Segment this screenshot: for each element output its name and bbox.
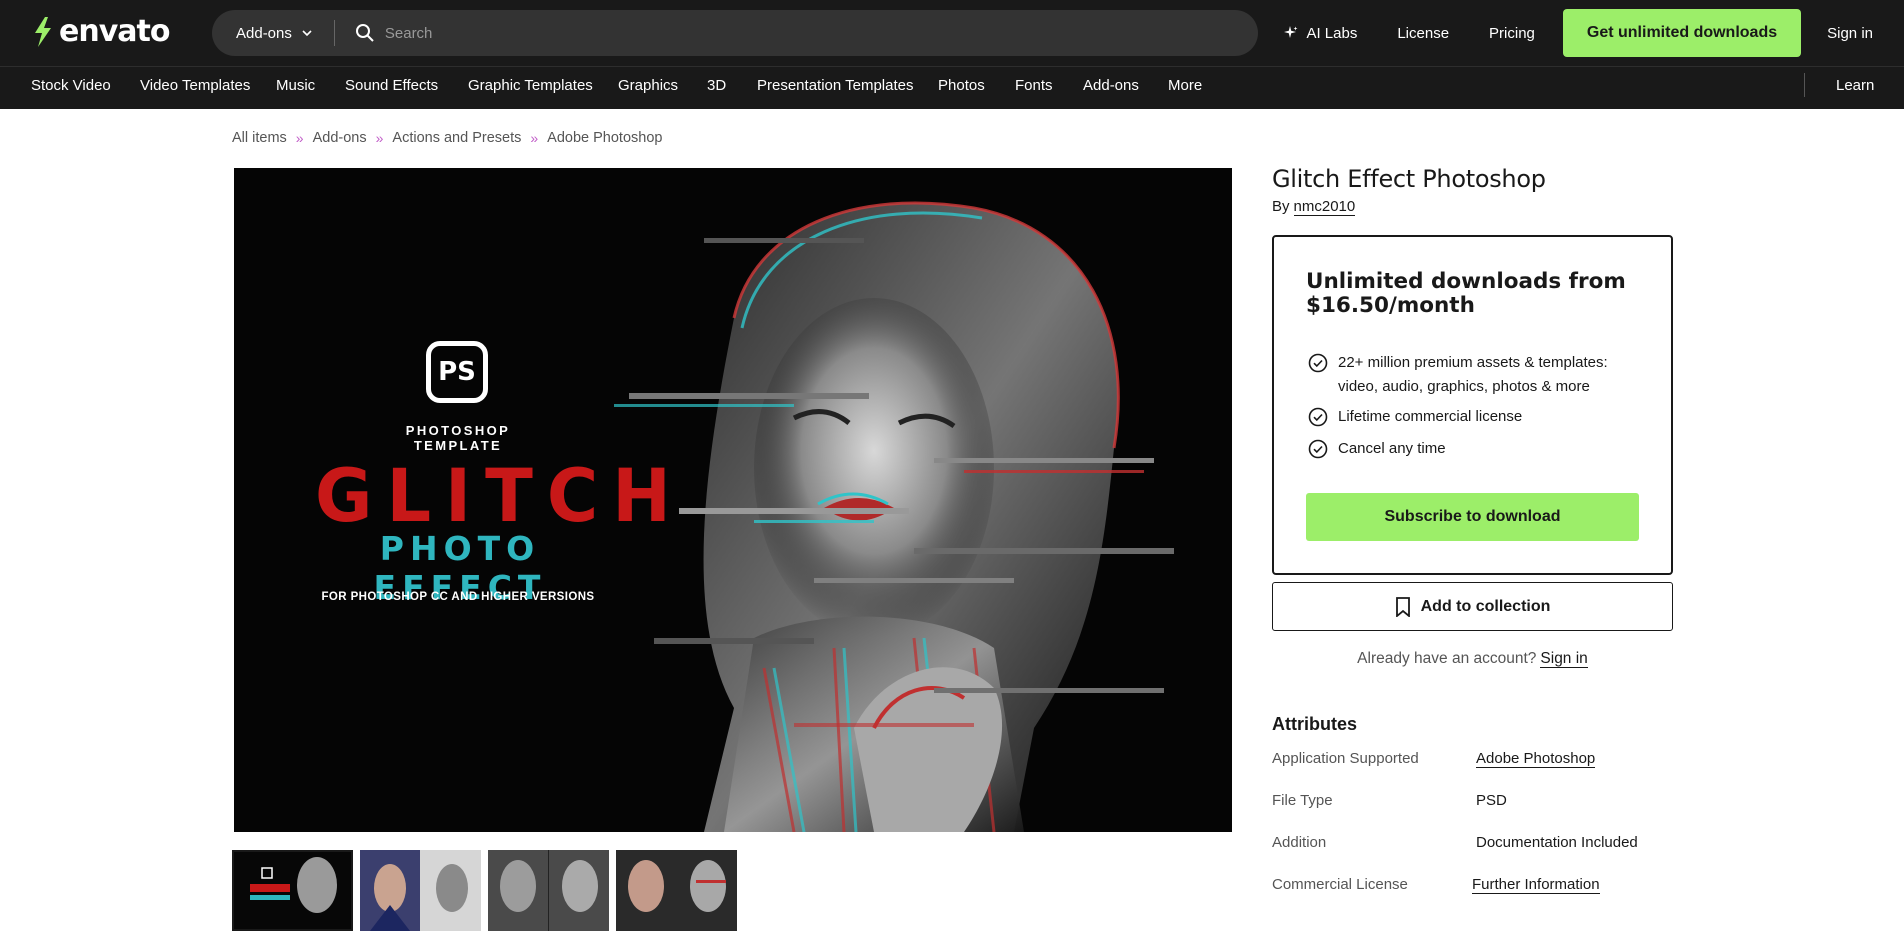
breadcrumb-adobe-photoshop[interactable]: Adobe Photoshop: [547, 130, 662, 146]
category-fonts[interactable]: Fonts: [1015, 77, 1053, 94]
subscribe-to-download-button[interactable]: Subscribe to download: [1306, 493, 1639, 541]
product-preview-image[interactable]: PS PHOTOSHOP TEMPLATE GLITCH PHOTO EFFEC…: [234, 168, 1232, 832]
breadcrumb-add-ons[interactable]: Add-ons: [313, 130, 367, 146]
category-3d[interactable]: 3D: [707, 77, 726, 94]
thumbnail-1[interactable]: [232, 850, 353, 931]
feature-text: Lifetime commercial license: [1338, 408, 1523, 425]
category-music[interactable]: Music: [276, 77, 315, 94]
category-video-templates[interactable]: Video Templates: [140, 77, 250, 94]
breadcrumb-separator: »: [295, 130, 304, 146]
category-more[interactable]: More: [1168, 77, 1202, 94]
feature-item: Lifetime commercial license: [1308, 405, 1522, 429]
breadcrumb: All items » Add-ons » Actions and Preset…: [232, 130, 662, 146]
check-circle-icon: [1308, 439, 1328, 459]
feature-item: Cancel any time: [1308, 437, 1446, 461]
author-link[interactable]: nmc2010: [1293, 198, 1356, 216]
feature-text: 22+ million premium assets & templates: …: [1338, 354, 1608, 395]
thumbnail-strip: [232, 850, 744, 931]
byline-prefix: By: [1272, 198, 1290, 215]
ai-labs-link[interactable]: AI Labs: [1284, 25, 1357, 42]
thumbnail-image: [360, 850, 481, 931]
top-nav-right: AI Labs License Pricing Get unlimited do…: [1284, 0, 1904, 66]
category-graphics[interactable]: Graphics: [618, 77, 678, 94]
breadcrumb-all-items[interactable]: All items: [232, 130, 287, 146]
envato-leaf-icon: [35, 16, 51, 47]
breadcrumb-actions-and-presets[interactable]: Actions and Presets: [392, 130, 521, 146]
search-category-select[interactable]: Add-ons: [212, 10, 334, 56]
attribute-key: File Type: [1272, 792, 1333, 809]
category-sound-effects[interactable]: Sound Effects: [345, 77, 438, 94]
thumbnail-3[interactable]: [488, 850, 609, 931]
attribute-value: PSD: [1476, 792, 1507, 809]
category-nav: Stock Video Video Templates Music Sound …: [0, 66, 1904, 109]
breadcrumb-separator: »: [375, 130, 384, 146]
thumbnail-image: [616, 850, 737, 931]
subscription-box: Unlimited downloads from $16.50/month 22…: [1272, 235, 1673, 575]
thumbnail-2[interactable]: [360, 850, 481, 931]
category-divider: [1804, 73, 1805, 97]
category-stock-video[interactable]: Stock Video: [31, 77, 111, 94]
thumbnail-image: [488, 850, 609, 931]
feature-item: 22+ million premium assets & templates: …: [1308, 351, 1638, 399]
attribute-value-link[interactable]: Further Information: [1472, 876, 1600, 894]
learn-link[interactable]: Learn: [1836, 77, 1874, 94]
attribute-key: Addition: [1272, 834, 1327, 851]
search-divider: [333, 20, 335, 46]
check-circle-icon: [1308, 353, 1328, 373]
logo-text: envato: [59, 14, 170, 49]
attribute-value-link[interactable]: Adobe Photoshop: [1476, 750, 1596, 768]
envato-logo[interactable]: envato: [31, 14, 170, 49]
top-bar: envato Add-ons AI Labs License Pricing G…: [0, 0, 1904, 66]
sparkle-icon: [1284, 26, 1298, 38]
thumbnail-image: [232, 850, 353, 931]
attribute-key: Commercial License: [1272, 876, 1408, 893]
add-to-collection-button[interactable]: Add to collection: [1272, 582, 1673, 631]
product-byline: By nmc2010: [1272, 198, 1356, 216]
breadcrumb-separator: »: [530, 130, 539, 146]
get-unlimited-downloads-button[interactable]: Get unlimited downloads: [1562, 9, 1802, 57]
license-link[interactable]: License: [1397, 25, 1449, 42]
preview-template-label: PHOTOSHOP TEMPLATE: [405, 423, 511, 453]
thumbnail-4[interactable]: [616, 850, 737, 931]
ai-labs-label: AI Labs: [1306, 24, 1358, 42]
bookmark-icon: [1395, 596, 1410, 617]
category-presentation-templates[interactable]: Presentation Templates: [757, 77, 913, 94]
photoshop-badge: PS: [426, 341, 488, 403]
pricing-link[interactable]: Pricing: [1489, 25, 1535, 42]
product-title: Glitch Effect Photoshop: [1272, 165, 1546, 193]
attributes-heading: Attributes: [1272, 714, 1357, 734]
category-add-ons[interactable]: Add-ons: [1083, 77, 1139, 94]
category-photos[interactable]: Photos: [938, 77, 985, 94]
check-circle-icon: [1308, 407, 1328, 427]
add-to-collection-label: Add to collection: [1420, 597, 1551, 615]
search-icon: [355, 23, 375, 43]
account-prompt-text: Already have an account?: [1357, 650, 1537, 667]
category-graphic-templates[interactable]: Graphic Templates: [468, 77, 593, 94]
attribute-value: Documentation Included: [1476, 834, 1638, 851]
account-sign-in-link[interactable]: Sign in: [1540, 650, 1588, 668]
search-bar: Add-ons: [212, 10, 1258, 56]
chevron-down-icon: [302, 29, 312, 36]
subscription-heading: Unlimited downloads from $16.50/month: [1306, 269, 1626, 318]
attribute-key: Application Supported: [1272, 750, 1419, 767]
preview-headline: GLITCH: [315, 452, 685, 540]
search-input[interactable]: [384, 24, 1185, 42]
preview-footnote: FOR PHOTOSHOP CC AND HIGHER VERSIONS: [321, 591, 595, 603]
account-prompt: Already have an account? Sign in: [1272, 650, 1673, 668]
feature-text: Cancel any time: [1338, 440, 1446, 457]
search-category-label: Add-ons: [236, 24, 292, 42]
sign-in-link[interactable]: Sign in: [1827, 25, 1873, 42]
